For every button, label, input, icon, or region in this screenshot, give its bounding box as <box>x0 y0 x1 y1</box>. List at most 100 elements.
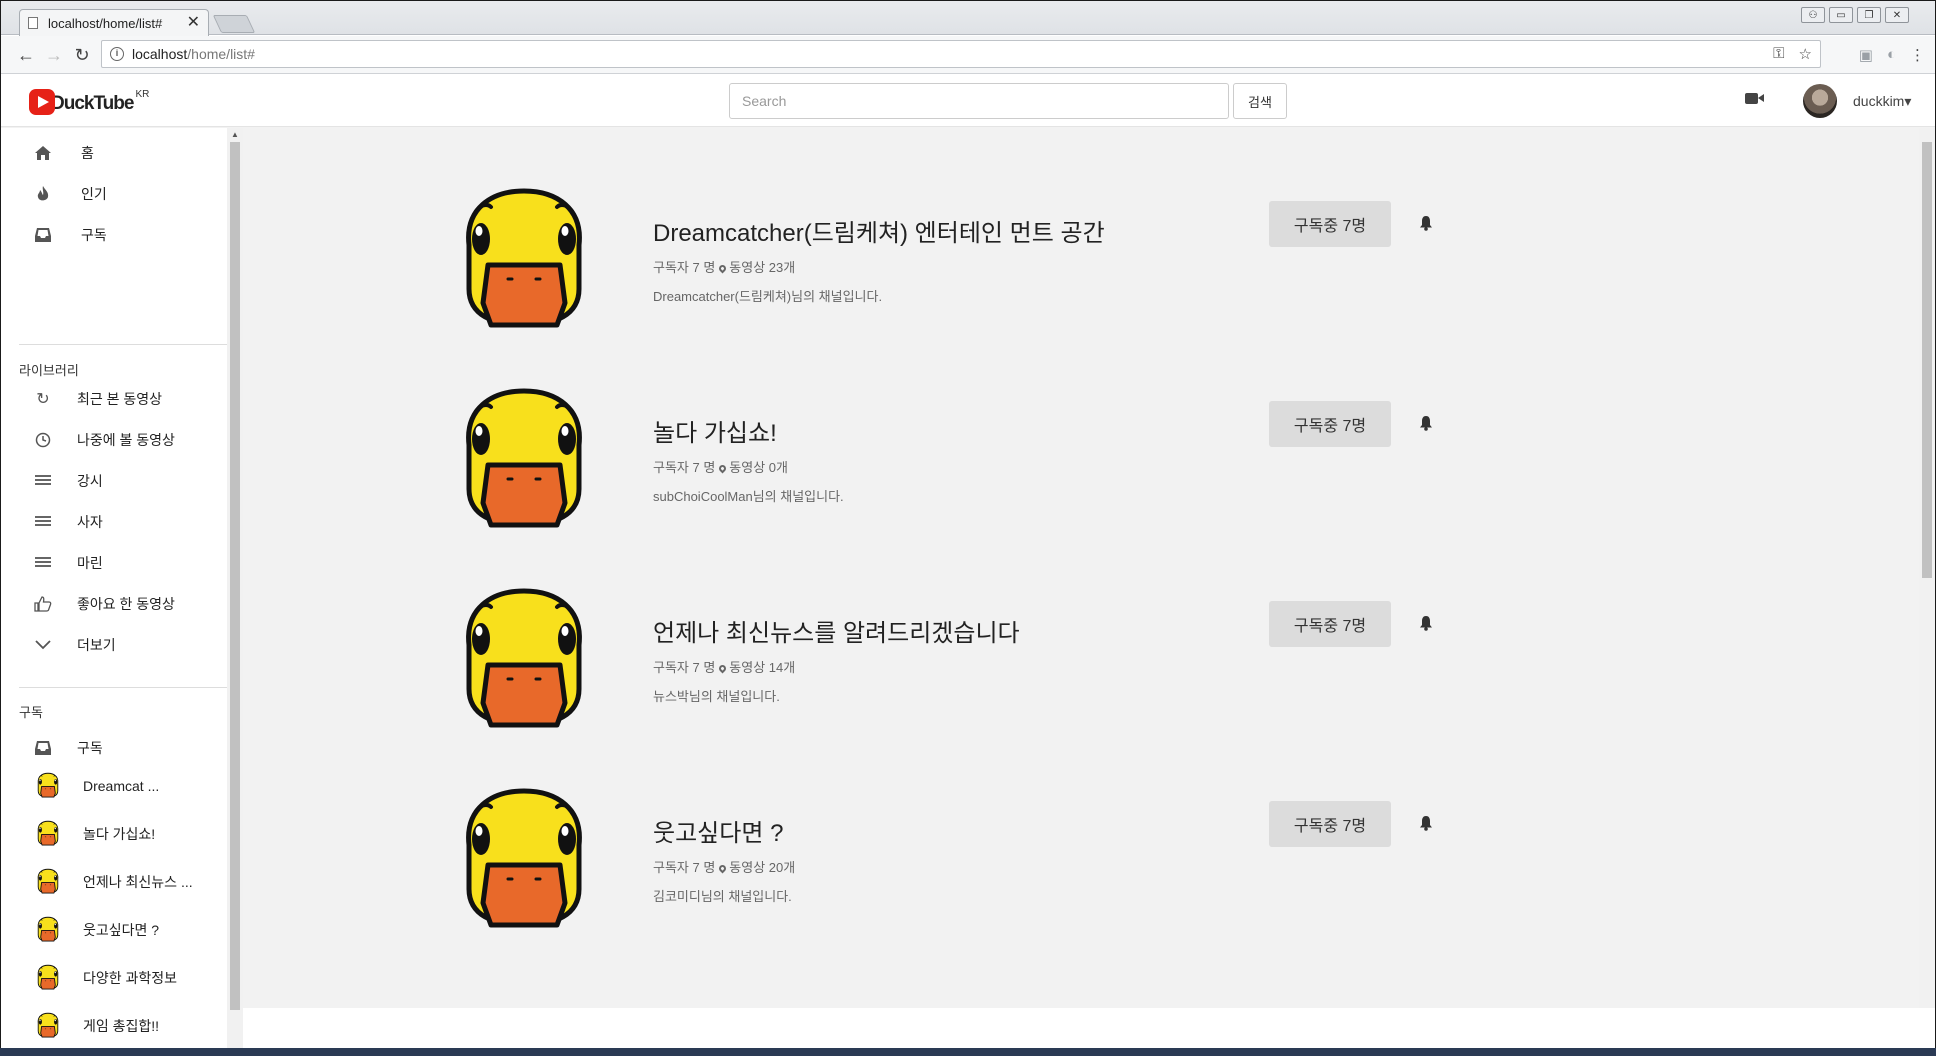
channel-title[interactable]: 웃고싶다면 ? <box>653 813 783 848</box>
sidebar: 홈 인기 구독 라이브러리 ↻ 최근 본 동영상 나중에 볼 동영상 강시 사자… <box>1 128 243 1049</box>
browser-toolbar: ← → ↻ i localhost/home/list# ⚿ ☆ ▣ ◐ ⋮ <box>1 36 1935 74</box>
channel-meta: 구독자 7 명 동영상 23개 <box>653 257 795 276</box>
tab-strip: localhost/home/list# ✕ ⚇ ▭ ❐ ✕ <box>1 1 1935 36</box>
star-icon[interactable]: ☆ <box>1799 45 1812 63</box>
extension-icon[interactable]: ◐ <box>1887 46 1896 64</box>
main-scrollbar[interactable] <box>1919 128 1935 1008</box>
app-page: DuckTube KR 검색 duckkim▾ 홈 인기 <box>1 75 1935 1049</box>
channel-avatar[interactable] <box>451 585 597 729</box>
new-tab-button[interactable] <box>212 15 256 33</box>
main-scroll-thumb[interactable] <box>1922 142 1932 578</box>
subscriber-count: 구독자 7 명 <box>653 460 716 475</box>
subscribe-button[interactable]: 구독중 7명 <box>1269 401 1391 447</box>
sidebar-item-popular[interactable]: 인기 <box>1 179 227 209</box>
sidebar-scroll-thumb[interactable] <box>230 142 240 1010</box>
search-input[interactable] <box>729 83 1229 119</box>
bell-icon[interactable] <box>1419 415 1433 431</box>
subscribe-button[interactable]: 구독중 7명 <box>1269 601 1391 647</box>
bell-icon[interactable] <box>1419 215 1433 231</box>
sidebar-item-label: 마린 <box>77 555 103 571</box>
logo-text: DuckTube <box>51 93 134 114</box>
sidebar-item-playlist[interactable]: 강시 <box>1 466 227 496</box>
sidebar-item-label: 언제나 최신뉴스 ... <box>83 874 193 890</box>
forward-arrow-icon[interactable]: → <box>43 44 65 66</box>
channel-avatar[interactable] <box>451 185 597 329</box>
channel-list: Dreamcatcher(드림케쳐) 엔터테인 먼트 공간구독자 7 명 동영상 … <box>243 128 1919 1008</box>
key-icon[interactable]: ⚿ <box>1773 45 1784 63</box>
sidebar-item-subscriptions[interactable]: 구독 <box>1 220 227 250</box>
address-bar[interactable]: i localhost/home/list# ⚿ ☆ <box>101 40 1821 68</box>
sidebar-item-channel[interactable]: 다양한 과학정보 <box>1 960 227 996</box>
channel-title[interactable]: Dreamcatcher(드림케쳐) 엔터테인 먼트 공간 <box>653 213 1105 248</box>
reload-icon[interactable]: ↻ <box>71 44 93 66</box>
location-pin-icon <box>717 463 728 474</box>
channel-title[interactable]: 놀다 가십쇼! <box>653 413 777 448</box>
restore-button[interactable]: ❐ <box>1857 7 1881 23</box>
video-camera-icon[interactable] <box>1745 93 1764 104</box>
sidebar-item-label: 구독 <box>81 227 107 243</box>
fire-icon <box>33 184 53 204</box>
sidebar-item-more[interactable]: 더보기 <box>1 630 227 660</box>
list-icon <box>33 553 53 573</box>
bell-icon[interactable] <box>1419 615 1433 631</box>
scroll-up-icon[interactable]: ▲ <box>231 130 239 139</box>
sidebar-item-channel[interactable]: 웃고싶다면 ? <box>1 912 227 948</box>
inbox-icon <box>33 225 53 245</box>
menu-icon[interactable]: ⋮ <box>1910 46 1925 64</box>
sidebar-item-subscriptions-all[interactable]: 구독 <box>1 733 227 763</box>
url-path: /home/list# <box>187 46 255 62</box>
extension-icon[interactable]: ▣ <box>1859 46 1873 64</box>
user-icon[interactable]: ⚇ <box>1801 7 1825 23</box>
browser-tab[interactable]: localhost/home/list# ✕ <box>19 9 209 36</box>
channel-row[interactable]: Dreamcatcher(드림케쳐) 엔터테인 먼트 공간구독자 7 명 동영상 … <box>451 185 1451 335</box>
sidebar-item-watch-later[interactable]: 나중에 볼 동영상 <box>1 425 227 455</box>
sidebar-item-history[interactable]: ↻ 최근 본 동영상 <box>1 384 227 414</box>
channel-avatar[interactable] <box>451 385 597 529</box>
location-pin-icon <box>717 663 728 674</box>
section-title-subscriptions: 구독 <box>19 705 43 720</box>
tab-close-icon[interactable]: ✕ <box>187 15 200 31</box>
channel-row[interactable]: 놀다 가십쇼! 구독자 7 명 동영상 0개 subChoiCoolMan님의 채널입… <box>451 385 1451 535</box>
sidebar-item-channel[interactable]: 게임 총집합!! <box>1 1008 227 1044</box>
sidebar-item-label: 나중에 볼 동영상 <box>77 432 175 448</box>
minimize-button[interactable]: ▭ <box>1829 7 1853 23</box>
channel-meta: 구독자 7 명 동영상 20개 <box>653 857 795 876</box>
footer-band <box>243 1008 1935 1049</box>
username-dropdown[interactable]: duckkim▾ <box>1853 93 1911 110</box>
channel-description: 김코미디님의 채널입니다. <box>653 889 792 904</box>
subscribe-button[interactable]: 구독중 7명 <box>1269 201 1391 247</box>
divider <box>19 344 227 345</box>
sidebar-item-label: Dreamcat ... <box>83 778 160 794</box>
play-logo-icon <box>29 89 55 115</box>
subscriber-count: 구독자 7 명 <box>653 660 716 675</box>
sidebar-item-home[interactable]: 홈 <box>1 138 227 168</box>
sidebar-item-playlist[interactable]: 마린 <box>1 548 227 578</box>
sidebar-item-channel[interactable]: Dreamcat ... <box>1 768 227 804</box>
bell-icon[interactable] <box>1419 815 1433 831</box>
sidebar-item-label: 인기 <box>81 186 107 202</box>
search-button[interactable]: 검색 <box>1233 83 1287 119</box>
subscribe-button[interactable]: 구독중 7명 <box>1269 801 1391 847</box>
close-window-button[interactable]: ✕ <box>1885 7 1909 23</box>
channel-thumbnail <box>35 868 61 894</box>
url-host: localhost <box>132 46 188 62</box>
sidebar-item-channel[interactable]: 놀다 가십쇼! <box>1 816 227 852</box>
chevron-down-icon <box>33 635 53 655</box>
sidebar-item-liked-videos[interactable]: 좋아요 한 동영상 <box>1 589 227 619</box>
logo[interactable]: DuckTube KR <box>29 89 149 115</box>
sidebar-item-label: 강시 <box>77 473 103 489</box>
channel-row[interactable]: 언제나 최신뉴스를 알려드리겠습니다 구독자 7 명 동영상 14개 뉴스박님의 채널… <box>451 585 1451 735</box>
channel-title[interactable]: 언제나 최신뉴스를 알려드리겠습니다 <box>653 613 1020 648</box>
back-arrow-icon[interactable]: ← <box>15 44 37 66</box>
sidebar-scrollbar[interactable]: ▲ <box>227 128 243 1049</box>
sidebar-item-label: 웃고싶다면 ? <box>83 922 160 938</box>
sidebar-item-label: 구독 <box>77 740 103 756</box>
avatar[interactable] <box>1803 84 1837 118</box>
channel-thumbnail <box>35 820 61 846</box>
channel-avatar[interactable] <box>451 785 597 929</box>
channel-thumbnail <box>35 916 61 942</box>
channel-row[interactable]: 웃고싶다면 ? 구독자 7 명 동영상 20개김코미디님의 채널입니다. 구독중 7명 <box>451 785 1451 935</box>
sidebar-item-channel[interactable]: 언제나 최신뉴스 ... <box>1 864 227 900</box>
info-icon[interactable]: i <box>110 47 124 61</box>
sidebar-item-playlist[interactable]: 사자 <box>1 507 227 537</box>
